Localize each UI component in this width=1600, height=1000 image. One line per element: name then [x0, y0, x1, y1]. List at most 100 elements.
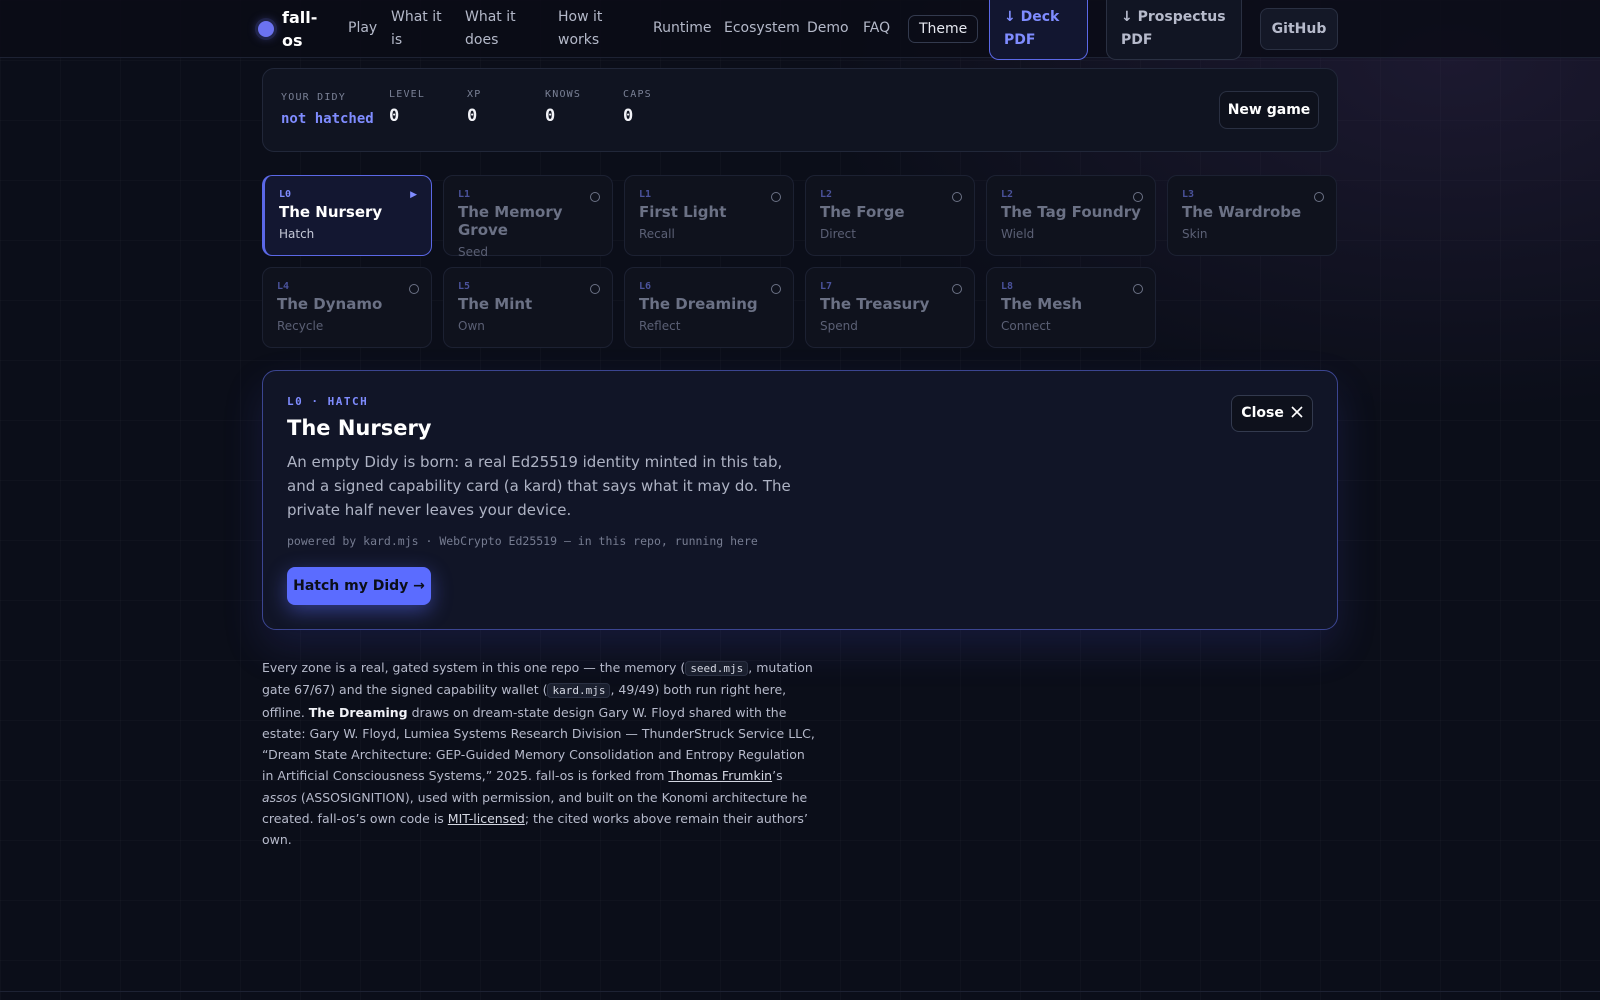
close-button[interactable]: Close — [1231, 395, 1313, 432]
nav-link-faq[interactable]: FAQ — [863, 17, 890, 40]
locked-circle-icon — [409, 284, 419, 294]
bottom-divider — [0, 991, 1600, 992]
hatch-button[interactable]: Hatch my Didy → — [287, 567, 431, 605]
zone-verb: Connect — [1001, 319, 1051, 333]
stat-caps-label: CAPS — [623, 89, 652, 100]
zone-verb: Reflect — [639, 319, 681, 333]
zone-card[interactable]: L0 The Nursery Hatch ▶ — [262, 175, 432, 256]
stat-knows-label: KNOWS — [545, 89, 582, 100]
locked-circle-icon — [1133, 284, 1143, 294]
zone-verb: Spend — [820, 319, 858, 333]
panel-description: An empty Didy is born: a real Ed25519 id… — [287, 453, 791, 519]
code-kard: kard.mjs — [547, 683, 611, 699]
zone-card[interactable]: L1 The Memory Grove Seed — [443, 175, 613, 259]
stat-level: LEVEL 0 — [389, 89, 425, 126]
zone-card[interactable]: L6 The Dreaming Reflect — [624, 267, 794, 348]
stat-level-value: 0 — [389, 106, 400, 126]
play-icon: ▶ — [410, 190, 417, 200]
nav-link-play[interactable]: Play — [348, 17, 377, 40]
zone-title: The Treasury — [820, 295, 930, 313]
zone-level: L5 — [458, 281, 471, 292]
stat-caps: CAPS 0 — [623, 89, 652, 126]
stat-didy-label: YOUR DIDY — [281, 92, 346, 103]
stat-knows: KNOWS 0 — [545, 89, 581, 126]
panel-kicker: L0 · HATCH — [287, 395, 369, 408]
stat-xp-label: XP — [467, 89, 482, 100]
close-label: Close — [1241, 405, 1284, 421]
zone-card[interactable]: L8 The Mesh Connect — [986, 267, 1156, 348]
zone-verb: Recycle — [277, 319, 324, 333]
link-thomas-frumkin[interactable]: Thomas Frumkin — [668, 768, 772, 783]
zone-verb: Hatch — [279, 227, 315, 241]
zone-level: L6 — [639, 281, 652, 292]
nav-link-demo[interactable]: Demo — [807, 17, 849, 40]
brand[interactable]: fall-os — [258, 6, 318, 52]
prospectus-pdf-button[interactable]: ↓ Prospectus PDF — [1106, 0, 1242, 60]
nav-link-how-it-works[interactable]: How it works — [558, 6, 624, 52]
zone-card[interactable]: L3 The Wardrobe Skin — [1167, 175, 1337, 256]
zone-title: The Dreaming — [639, 295, 758, 313]
new-game-button[interactable]: New game — [1219, 91, 1319, 129]
zone-card[interactable]: L2 The Tag Foundry Wield — [986, 175, 1156, 256]
nav-link-runtime[interactable]: Runtime — [653, 17, 711, 40]
stat-knows-value: 0 — [545, 106, 556, 126]
zone-verb: Seed — [458, 245, 488, 259]
zone-card[interactable]: L7 The Treasury Spend — [805, 267, 975, 348]
zone-title: First Light — [639, 203, 727, 221]
footer-text-1: Every zone is a real, gated system in th… — [262, 660, 686, 675]
nav-link-ecosystem[interactable]: Ecosystem — [724, 17, 800, 40]
top-nav: fall-os Play What it is What it does How… — [0, 0, 1600, 60]
nav-link-what-it-is[interactable]: What it is — [391, 6, 451, 52]
locked-circle-icon — [590, 192, 600, 202]
theme-toggle-button[interactable]: Theme — [908, 15, 979, 43]
zone-title: The Mesh — [1001, 295, 1083, 313]
zone-level: L8 — [1001, 281, 1014, 292]
code-seed: seed.mjs — [685, 661, 749, 676]
brand-logo-icon — [258, 21, 274, 37]
zone-verb: Own — [458, 319, 485, 333]
footer-bold-dreaming: The Dreaming — [308, 704, 408, 720]
zone-level: L3 — [1182, 189, 1195, 200]
locked-circle-icon — [952, 284, 962, 294]
zone-verb: Recall — [639, 227, 675, 241]
zone-level: L4 — [277, 281, 290, 292]
zone-card[interactable]: L5 The Mint Own — [443, 267, 613, 348]
stat-xp-value: 0 — [467, 106, 478, 126]
zone-level: L7 — [820, 281, 833, 292]
zone-verb: Direct — [820, 227, 856, 241]
close-icon — [1291, 406, 1303, 418]
zone-level: L1 — [639, 189, 652, 200]
zone-level: L1 — [458, 189, 471, 200]
zone-title: The Forge — [820, 203, 905, 221]
zone-verb: Skin — [1182, 227, 1208, 241]
deck-pdf-button[interactable]: ↓ Deck PDF — [989, 0, 1088, 60]
zone-title: The Wardrobe — [1182, 203, 1302, 221]
zone-title: The Nursery — [279, 203, 383, 221]
zone-level: L2 — [1001, 189, 1014, 200]
link-mit-license[interactable]: MIT-licensed — [448, 811, 525, 826]
attribution-text: Every zone is a real, gated system in th… — [262, 657, 817, 851]
zone-title: The Dynamo — [277, 295, 383, 313]
footer-italic-assos: assos — [262, 789, 297, 805]
zone-verb: Wield — [1001, 227, 1035, 241]
zone-card[interactable]: L1 First Light Recall — [624, 175, 794, 256]
zone-title: The Memory Grove — [458, 203, 563, 239]
brand-name: fall-os — [282, 8, 318, 50]
locked-circle-icon — [1133, 192, 1143, 202]
zone-card[interactable]: L2 The Forge Direct — [805, 175, 975, 256]
locked-circle-icon — [590, 284, 600, 294]
zone-card[interactable]: L4 The Dynamo Recycle — [262, 267, 432, 348]
stat-didy-value: not hatched — [281, 111, 374, 127]
github-button[interactable]: GitHub — [1260, 8, 1338, 50]
locked-circle-icon — [952, 192, 962, 202]
panel-powered-by: powered by kard.mjs · WebCrypto Ed25519 … — [287, 534, 758, 548]
zone-detail-panel: L0 · HATCH The Nursery An empty Didy is … — [262, 370, 1338, 630]
nav-link-what-it-does[interactable]: What it does — [465, 6, 535, 52]
didy-status-bar: YOUR DIDY not hatched LEVEL 0 XP 0 KNOWS… — [262, 68, 1338, 152]
zone-level: L0 — [279, 189, 292, 200]
stat-didy: YOUR DIDY not hatched — [281, 92, 374, 127]
stat-caps-value: 0 — [623, 106, 634, 126]
locked-circle-icon — [1314, 192, 1324, 202]
stat-level-label: LEVEL — [389, 89, 426, 100]
zone-level: L2 — [820, 189, 833, 200]
